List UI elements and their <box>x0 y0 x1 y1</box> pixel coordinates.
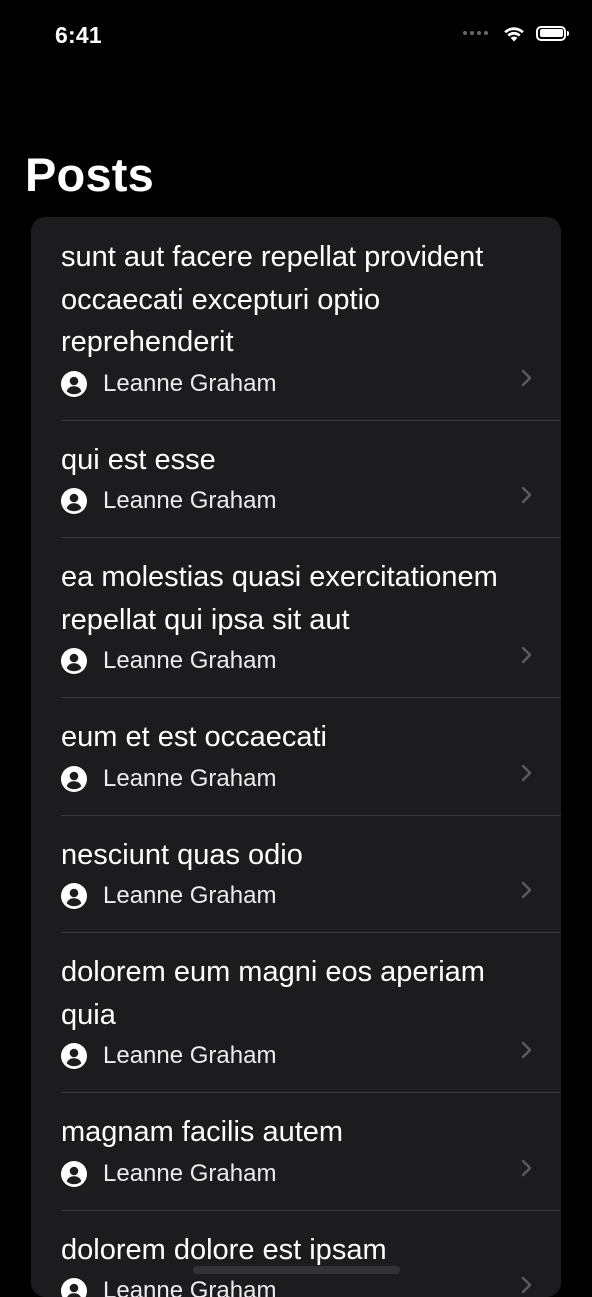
post-row[interactable]: ea molestias quasi exercitationem repell… <box>31 537 561 697</box>
chevron-right-icon <box>519 1040 533 1060</box>
chevron-right-icon <box>519 368 533 388</box>
author-line: Leanne Graham <box>61 1156 511 1192</box>
chevron-right-icon <box>519 880 533 900</box>
status-bar: 6:41 <box>0 0 592 76</box>
author-line: Leanne Graham <box>61 366 511 402</box>
post-title: magnam facilis autem <box>61 1111 511 1154</box>
person-circle-icon <box>61 488 87 514</box>
author-name: Leanne Graham <box>103 487 276 515</box>
post-row[interactable]: eum et est occaecati Leanne Graham <box>31 697 561 815</box>
post-title: ea molestias quasi exercitationem repell… <box>61 556 511 641</box>
chevron-right-icon <box>519 763 533 783</box>
chevron-right-icon <box>519 1275 533 1295</box>
status-time: 6:41 <box>55 22 102 49</box>
wifi-icon <box>502 24 526 42</box>
status-icons <box>463 24 566 42</box>
author-name: Leanne Graham <box>103 647 276 675</box>
chevron-right-icon <box>519 485 533 505</box>
post-row[interactable]: nesciunt quas odio Leanne Graham <box>31 815 561 933</box>
post-title: qui est esse <box>61 439 511 482</box>
post-title: nesciunt quas odio <box>61 834 511 877</box>
author-name: Leanne Graham <box>103 1160 276 1188</box>
battery-icon <box>536 26 566 41</box>
home-indicator[interactable] <box>193 1266 400 1274</box>
person-circle-icon <box>61 1043 87 1069</box>
chevron-right-icon <box>519 645 533 665</box>
author-line: Leanne Graham <box>61 761 511 797</box>
post-title: dolorem eum magni eos aperiam quia <box>61 951 511 1036</box>
post-row[interactable]: dolorem dolore est ipsam Leanne Graham <box>31 1210 561 1297</box>
person-circle-icon <box>61 766 87 792</box>
person-circle-icon <box>61 1161 87 1187</box>
posts-list: sunt aut facere repellat provident occae… <box>31 217 561 1297</box>
author-line: Leanne Graham <box>61 878 511 914</box>
post-row[interactable]: dolorem eum magni eos aperiam quia Leann… <box>31 932 561 1092</box>
page-title: Posts <box>25 146 154 204</box>
post-title: eum et est occaecati <box>61 716 511 759</box>
person-circle-icon <box>61 371 87 397</box>
author-line: Leanne Graham <box>61 1273 511 1297</box>
signal-icon <box>463 31 488 35</box>
post-title: sunt aut facere repellat provident occae… <box>61 236 511 364</box>
person-circle-icon <box>61 648 87 674</box>
chevron-right-icon <box>519 1158 533 1178</box>
post-row[interactable]: qui est esse Leanne Graham <box>31 420 561 538</box>
author-line: Leanne Graham <box>61 1038 511 1074</box>
person-circle-icon <box>61 883 87 909</box>
post-title: dolorem dolore est ipsam <box>61 1229 511 1272</box>
author-line: Leanne Graham <box>61 643 511 679</box>
author-name: Leanne Graham <box>103 1042 276 1070</box>
post-row[interactable]: magnam facilis autem Leanne Graham <box>31 1092 561 1210</box>
author-name: Leanne Graham <box>103 882 276 910</box>
post-row[interactable]: sunt aut facere repellat provident occae… <box>31 217 561 420</box>
author-name: Leanne Graham <box>103 370 276 398</box>
person-circle-icon <box>61 1278 87 1297</box>
author-name: Leanne Graham <box>103 765 276 793</box>
author-line: Leanne Graham <box>61 483 511 519</box>
author-name: Leanne Graham <box>103 1277 276 1297</box>
